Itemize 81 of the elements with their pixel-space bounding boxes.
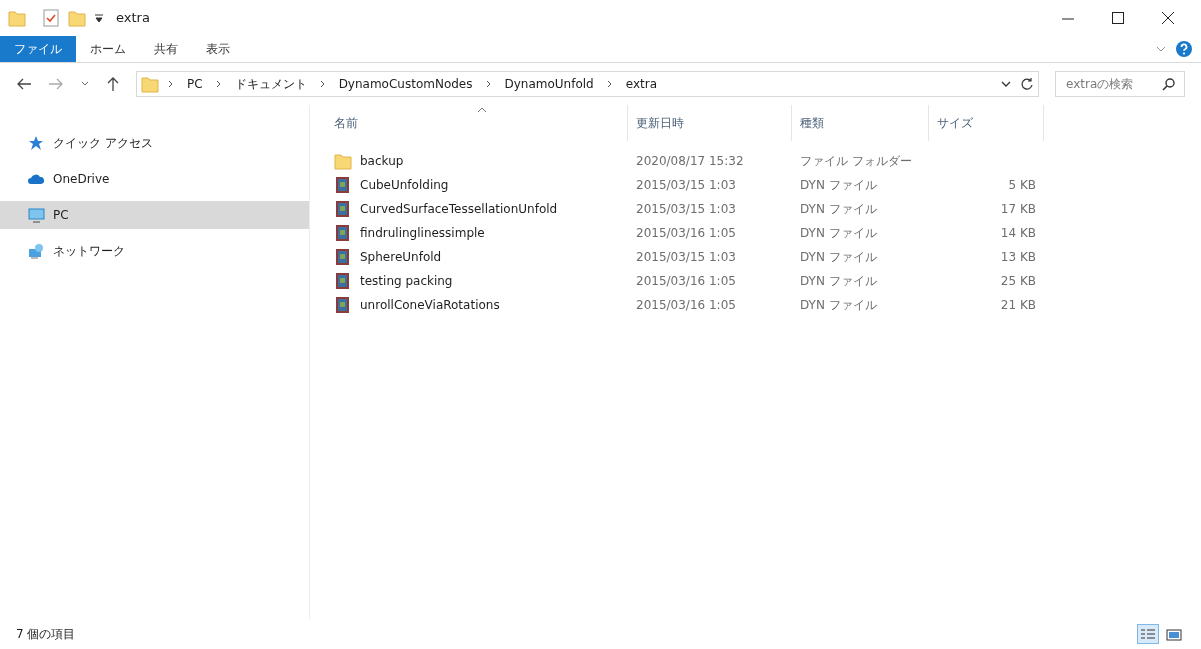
ribbon-tab[interactable]: ホーム bbox=[76, 36, 140, 62]
sidebar-item[interactable]: クイック アクセス bbox=[0, 129, 309, 157]
large-icons-view-icon bbox=[1165, 626, 1183, 642]
file-type: DYN ファイル bbox=[800, 178, 877, 192]
file-size: 17 KB bbox=[1000, 202, 1036, 216]
modified-date: 2015/03/16 1:05 bbox=[636, 298, 736, 312]
monitor-icon bbox=[28, 206, 45, 224]
breadcrumb-item[interactable]: ドキュメント bbox=[230, 75, 311, 93]
document-icon bbox=[334, 248, 352, 266]
search-box[interactable]: extraの検索 bbox=[1055, 71, 1185, 97]
file-type: DYN ファイル bbox=[800, 202, 877, 216]
details-view-button[interactable] bbox=[1137, 624, 1159, 644]
address-bar[interactable]: PC ドキュメント DynamoCustomNodes DynamoUnfold extra bbox=[136, 71, 1039, 97]
breadcrumb-item[interactable]: extra bbox=[621, 75, 661, 93]
item-count: 7 個の項目 bbox=[16, 626, 76, 643]
sidebar-item[interactable]: ネットワーク bbox=[0, 237, 309, 265]
breadcrumb-item[interactable]: DynamoUnfold bbox=[500, 75, 598, 93]
document-icon bbox=[334, 296, 352, 314]
chevron-right-icon[interactable] bbox=[605, 79, 614, 89]
modified-date: 2015/03/16 1:05 bbox=[636, 274, 736, 288]
file-name[interactable]: backup bbox=[360, 152, 404, 170]
sidebar-item-label: ネットワーク bbox=[53, 243, 125, 260]
close-icon[interactable] bbox=[1159, 9, 1177, 27]
file-size: 21 KB bbox=[1000, 298, 1036, 312]
document-icon bbox=[334, 176, 352, 194]
file-size: 25 KB bbox=[1000, 274, 1036, 288]
chevron-right-icon[interactable] bbox=[214, 79, 223, 89]
file-type: DYN ファイル bbox=[800, 250, 877, 264]
modified-date: 2020/08/17 15:32 bbox=[636, 154, 744, 168]
sort-caret-icon bbox=[476, 107, 487, 113]
breadcrumb-item[interactable]: PC bbox=[183, 75, 207, 93]
chevron-right-icon[interactable] bbox=[484, 79, 493, 89]
ribbon-tab[interactable]: 表示 bbox=[192, 36, 244, 62]
modified-date: 2015/03/15 1:03 bbox=[636, 178, 736, 192]
chevron-right-icon[interactable] bbox=[167, 79, 175, 89]
maximize-icon[interactable] bbox=[1109, 9, 1127, 27]
checklist-icon[interactable] bbox=[42, 9, 60, 27]
up-arrow-icon[interactable] bbox=[106, 76, 120, 92]
sidebar-item-label: PC bbox=[53, 207, 69, 224]
sidebar-item[interactable]: PC bbox=[0, 201, 309, 229]
sidebar-item-label: OneDrive bbox=[53, 171, 110, 188]
window-title: extra bbox=[116, 9, 150, 28]
back-arrow-icon[interactable] bbox=[16, 77, 32, 91]
refresh-icon[interactable] bbox=[1020, 77, 1034, 91]
network-icon bbox=[28, 242, 45, 260]
document-icon bbox=[334, 272, 352, 290]
modified-date: 2015/03/16 1:05 bbox=[636, 226, 736, 240]
file-type: DYN ファイル bbox=[800, 298, 877, 312]
file-name[interactable]: CurvedSurfaceTessellationUnfold bbox=[360, 200, 558, 218]
column-header[interactable]: 種類 bbox=[792, 105, 929, 141]
modified-date: 2015/03/15 1:03 bbox=[636, 250, 736, 264]
file-name[interactable]: findrulinglinessimple bbox=[360, 224, 485, 242]
file-menu-tab[interactable]: ファイル bbox=[0, 36, 76, 62]
folder-icon bbox=[141, 75, 159, 93]
column-header[interactable]: サイズ bbox=[929, 105, 1044, 141]
ribbon-tab[interactable]: 共有 bbox=[140, 36, 192, 62]
star-icon bbox=[28, 134, 45, 152]
folder-icon bbox=[334, 152, 352, 170]
column-header[interactable]: 更新日時 bbox=[628, 105, 792, 141]
file-size: 14 KB bbox=[1000, 226, 1036, 240]
file-size: 5 KB bbox=[1008, 178, 1036, 192]
file-name[interactable]: unrollConeViaRotations bbox=[360, 296, 500, 314]
sidebar-item[interactable]: OneDrive bbox=[0, 165, 309, 193]
breadcrumb-item[interactable]: DynamoCustomNodes bbox=[334, 75, 477, 93]
details-view-icon bbox=[1139, 626, 1157, 642]
chevron-right-icon[interactable] bbox=[318, 79, 327, 89]
column-header[interactable]: 名前 bbox=[326, 105, 628, 141]
search-icon[interactable] bbox=[1162, 77, 1176, 91]
file-name[interactable]: testing packing bbox=[360, 272, 453, 290]
modified-date: 2015/03/15 1:03 bbox=[636, 202, 736, 216]
sidebar-item-label: クイック アクセス bbox=[53, 135, 153, 152]
file-type: ファイル フォルダー bbox=[800, 154, 912, 168]
help-icon[interactable] bbox=[1175, 40, 1193, 58]
file-size: 13 KB bbox=[1000, 250, 1036, 264]
dropdown-icon[interactable] bbox=[94, 13, 104, 23]
file-name[interactable]: SphereUnfold bbox=[360, 248, 442, 266]
file-type: DYN ファイル bbox=[800, 226, 877, 240]
document-icon bbox=[334, 224, 352, 242]
document-icon bbox=[334, 200, 352, 218]
file-name[interactable]: CubeUnfolding bbox=[360, 176, 449, 194]
file-type: DYN ファイル bbox=[800, 274, 877, 288]
